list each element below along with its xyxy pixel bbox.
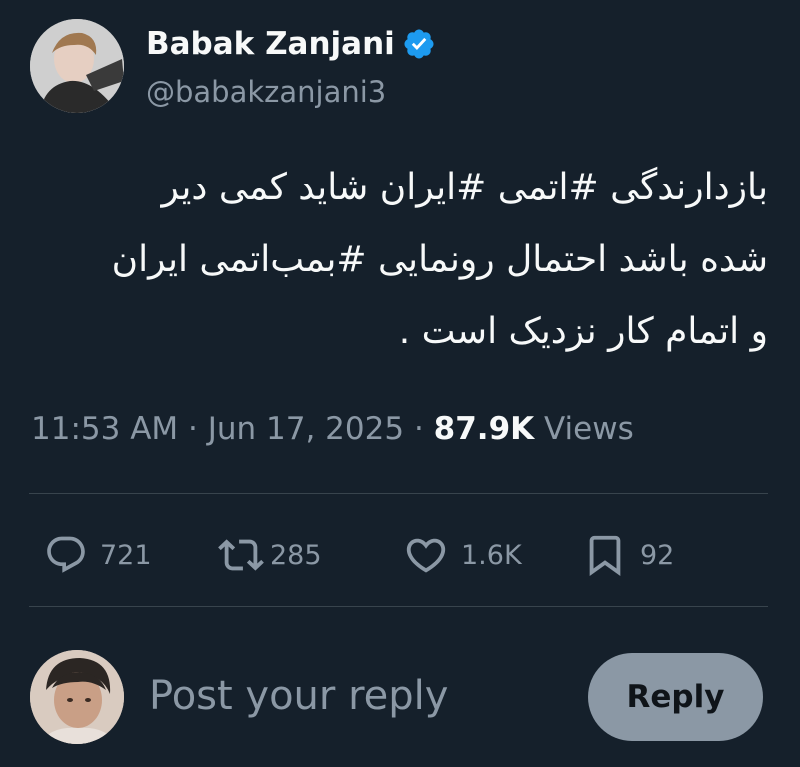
reply-submit-button[interactable]: Reply <box>588 653 763 741</box>
bookmark-button[interactable]: 92 <box>582 520 674 590</box>
author-avatar[interactable] <box>30 19 124 113</box>
divider-top <box>29 493 768 494</box>
views-label: Views <box>544 411 634 447</box>
tweet-date[interactable]: Jun 17, 2025 <box>208 411 404 447</box>
like-button[interactable]: 1.6K <box>403 520 522 590</box>
verified-badge-icon <box>402 27 436 61</box>
divider-bottom <box>29 606 768 607</box>
author-name-text[interactable]: Babak Zanjani <box>146 26 395 62</box>
current-user-avatar[interactable] <box>30 650 124 744</box>
retweet-count: 285 <box>270 539 322 571</box>
bookmark-icon <box>582 532 628 578</box>
action-bar: 721 285 1.6K 92 <box>0 520 800 590</box>
author-handle[interactable]: @babakzanjani3 <box>146 75 386 109</box>
retweet-button[interactable]: 285 <box>218 520 322 590</box>
reply-count: 721 <box>100 539 152 571</box>
retweet-icon <box>218 532 264 578</box>
meta-separator: · <box>413 411 424 447</box>
tweet-text: بازدارندگی #اتمی #ایران شاید کمی دیر شده… <box>111 167 768 352</box>
heart-icon <box>403 532 449 578</box>
bookmark-count: 92 <box>640 539 675 571</box>
author-display-name[interactable]: Babak Zanjani <box>146 26 436 62</box>
reply-input[interactable] <box>149 666 569 726</box>
reply-button-action[interactable]: 721 <box>44 520 152 590</box>
meta-separator: · <box>188 411 198 447</box>
reply-bubble-icon <box>44 533 88 577</box>
tweet-meta: 11:53 AM · Jun 17, 2025 · 87.9K Views <box>31 411 634 447</box>
like-count: 1.6K <box>461 539 522 571</box>
views-count: 87.9K <box>433 411 535 447</box>
tweet-time[interactable]: 11:53 AM <box>31 411 178 447</box>
